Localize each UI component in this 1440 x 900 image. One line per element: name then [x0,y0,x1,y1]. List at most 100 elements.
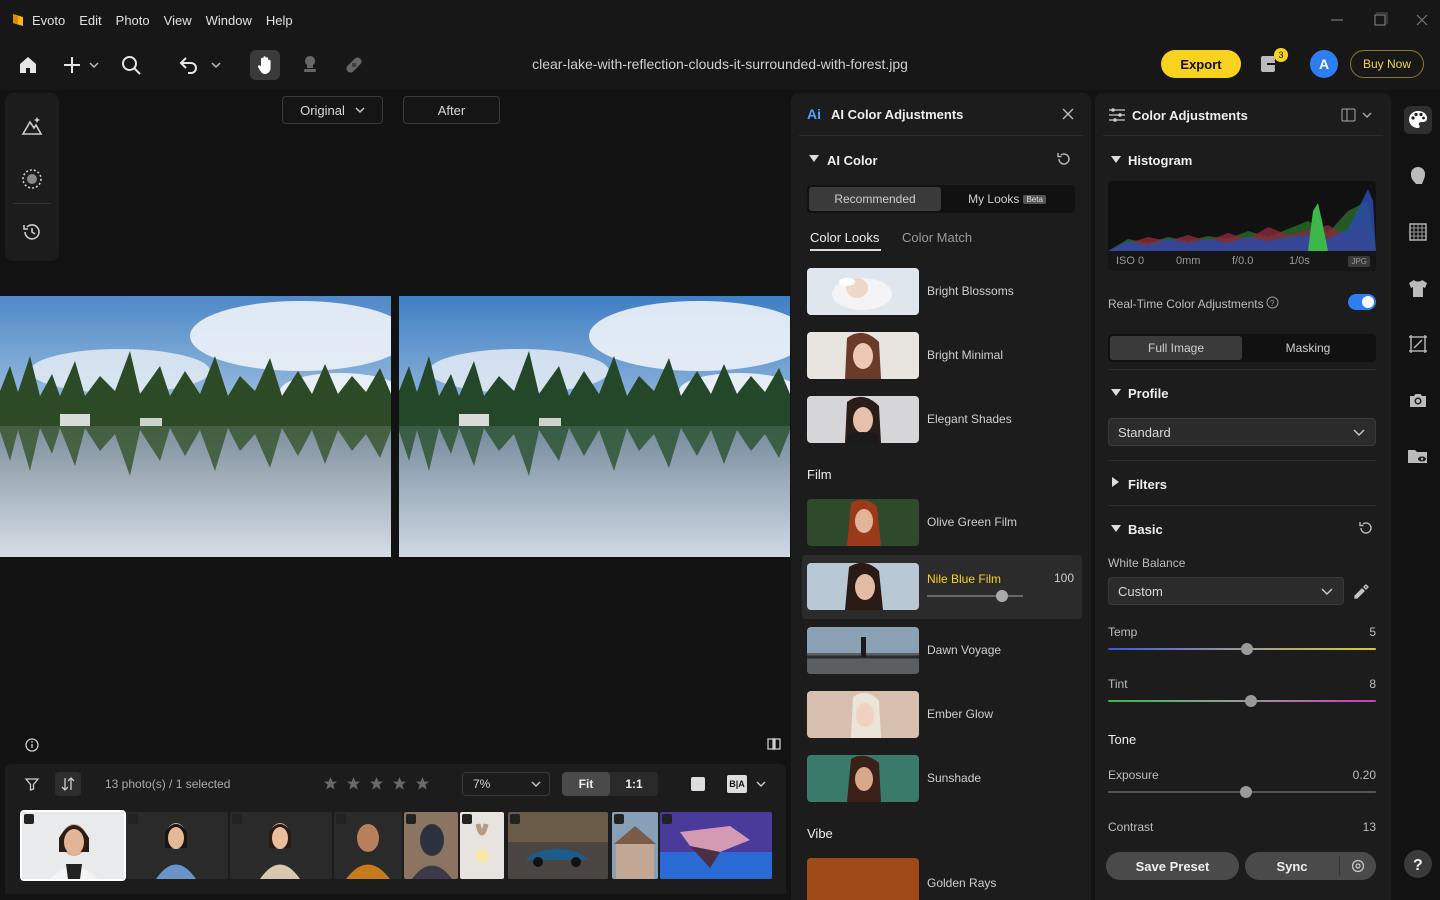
slider-knob[interactable] [1245,695,1258,707]
add-button[interactable] [58,50,104,80]
help-circle-icon[interactable]: ? [1266,296,1279,309]
thumbnail[interactable] [126,812,228,879]
look-strength-slider[interactable] [927,590,1023,602]
thumbnail[interactable] [334,812,402,879]
look-item[interactable]: Golden Rays [807,858,1077,900]
star-icon[interactable] [392,776,407,791]
menu-view[interactable]: View [164,13,192,28]
look-item[interactable]: Olive Green Film [807,499,1077,547]
home-button[interactable] [13,50,43,80]
background-tool[interactable] [1404,218,1432,246]
look-item[interactable]: Ember Glow [807,691,1077,739]
temp-slider[interactable] [1108,643,1376,655]
white-balance-select[interactable]: Custom [1108,577,1344,605]
undo-button[interactable] [176,50,224,80]
slider-knob[interactable] [995,590,1008,602]
caret-right-icon[interactable] [1112,477,1120,487]
single-view-button[interactable] [691,777,705,791]
panel-layout-icon[interactable] [1341,108,1375,122]
original-dropdown[interactable]: Original [282,96,383,124]
help-button[interactable]: ? [1404,850,1432,878]
menu-edit[interactable]: Edit [79,13,101,28]
close-window-icon[interactable] [1414,12,1430,28]
thumbnail[interactable] [508,812,608,879]
color-tool[interactable] [1404,106,1432,134]
profile-select[interactable]: Standard [1108,418,1376,446]
clothing-tool[interactable] [1404,274,1432,302]
reset-icon[interactable] [1358,520,1374,536]
reset-icon[interactable] [1056,151,1072,167]
menu-help[interactable]: Help [266,13,293,28]
maximize-icon[interactable] [1372,12,1388,28]
minimize-icon[interactable] [1329,12,1345,28]
avatar[interactable]: A [1310,50,1338,78]
look-item[interactable]: Bright Minimal [807,332,1077,380]
star-icon[interactable] [323,776,338,791]
original-photo[interactable] [0,296,391,557]
look-item[interactable]: Sunshade [807,755,1077,803]
recommended-tab[interactable]: Recommended [809,187,941,211]
filter-icon[interactable] [24,776,40,792]
hand-tool-button[interactable] [250,50,280,80]
export-button[interactable]: Export [1161,50,1241,78]
after-photo[interactable] [399,296,790,557]
my-looks-tab[interactable]: My Looks Beta [941,187,1073,211]
look-item[interactable]: Bright Blossoms [807,268,1077,316]
look-item[interactable]: Dawn Voyage [807,627,1077,675]
before-after-button[interactable]: B|A [727,775,747,793]
realtime-toggle[interactable] [1348,294,1376,310]
ai-edit-tool[interactable] [17,111,47,141]
one-to-one-button[interactable]: 1:1 [610,772,658,796]
star-icon[interactable] [346,776,361,791]
thumbnail[interactable] [460,812,504,879]
grain-tool[interactable] [17,164,47,194]
folder-tool[interactable] [1404,442,1432,470]
camera-tool[interactable] [1404,386,1432,414]
portrait-tool[interactable] [1404,162,1432,190]
menu-window[interactable]: Window [206,13,252,28]
after-button[interactable]: After [403,96,500,124]
tab-color-looks[interactable]: Color Looks [810,230,879,245]
caret-down-icon[interactable] [1111,156,1121,164]
crop-tool[interactable] [1404,330,1432,358]
thumbnail[interactable] [20,810,126,881]
buy-now-button[interactable]: Buy Now [1350,50,1424,78]
info-icon[interactable] [24,737,40,753]
selected-look-item[interactable]: Nile Blue Film 100 [802,555,1082,619]
search-button[interactable] [116,50,146,80]
caret-down-icon[interactable] [1111,525,1121,533]
zoom-select[interactable]: 7% [462,772,550,796]
full-image-tab[interactable]: Full Image [1110,336,1242,360]
masking-tab[interactable]: Masking [1242,336,1374,360]
compare-view-icon[interactable] [766,736,782,752]
thumbnail[interactable] [660,812,772,879]
save-preset-button[interactable]: Save Preset [1106,852,1239,880]
tint-slider[interactable] [1108,695,1376,707]
eyedropper-icon[interactable] [1353,582,1371,600]
thumbnail[interactable] [612,812,658,879]
star-icon[interactable] [415,776,430,791]
slider-knob[interactable] [1240,786,1253,798]
close-icon[interactable] [1061,107,1075,121]
rating-stars[interactable] [323,776,430,791]
sync-settings-icon[interactable] [1351,859,1365,873]
history-tool[interactable] [17,217,47,247]
thumbnail[interactable] [404,812,458,879]
fit-button[interactable]: Fit [562,772,610,796]
sync-button[interactable]: Sync [1245,852,1339,880]
sort-button[interactable] [55,772,81,796]
caret-down-icon[interactable] [809,155,819,163]
bandage-tool-button[interactable] [339,50,369,80]
menu-photo[interactable]: Photo [116,13,150,28]
star-icon[interactable] [369,776,384,791]
caret-down-icon[interactable] [1111,389,1121,397]
thumbnail[interactable] [230,812,332,879]
exposure-slider[interactable] [1108,786,1376,798]
tab-color-match[interactable]: Color Match [902,230,972,245]
chevron-down-icon[interactable] [756,781,766,787]
slider-knob[interactable] [1241,643,1254,655]
chevron-down-icon [531,781,541,787]
stamp-tool-button[interactable] [295,50,325,80]
notifications-button[interactable]: 3 [1258,48,1288,76]
look-item[interactable]: Elegant Shades [807,396,1077,444]
